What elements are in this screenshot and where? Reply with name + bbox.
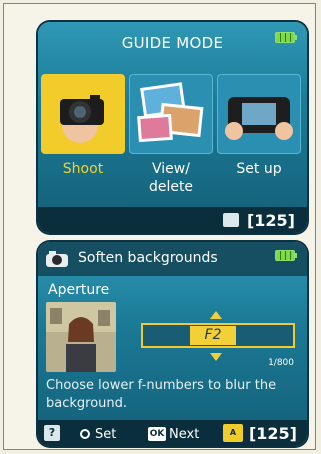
- aperture-screen: Soften backgrounds Aperture F2 1/800 Cho…: [38, 242, 307, 446]
- next-label: Next: [169, 427, 200, 442]
- view-delete-option[interactable]: [129, 74, 213, 154]
- shoot-thumbnail: [44, 77, 122, 151]
- preview-photo: [46, 302, 116, 372]
- portrait-image: [46, 302, 116, 372]
- status-bar: [125]: [38, 207, 307, 233]
- shots-remaining: [125]: [246, 211, 295, 230]
- shutter-speed: 1/800: [268, 358, 294, 368]
- guide-mode-screen: GUIDE MODE Shoot View/ delete Set up [12…: [38, 22, 307, 233]
- guide-frame: GUIDE MODE Shoot View/ delete Set up [12…: [3, 3, 316, 450]
- screen-title: GUIDE MODE: [121, 34, 224, 52]
- screen-header: Soften backgrounds: [38, 242, 307, 276]
- hint-text: Choose lower f-numbers to blur the backg…: [46, 378, 277, 411]
- screen-title: Soften backgrounds: [78, 250, 218, 266]
- value-down-arrow-icon[interactable]: [210, 353, 222, 361]
- set-label: Set: [95, 427, 117, 442]
- auto-mode-icon: [223, 213, 239, 227]
- view-delete-label: View/ delete: [148, 161, 194, 195]
- help-icon[interactable]: ?: [44, 425, 60, 441]
- control-bar: ? Set OK Next A GUIDE [125]: [38, 420, 307, 446]
- f-number: F2: [190, 326, 236, 345]
- set-up-thumbnail: [225, 97, 293, 140]
- shoot-option[interactable]: [41, 74, 125, 154]
- shots-remaining: [125]: [248, 424, 297, 443]
- view-delete-thumbnail: [137, 82, 204, 143]
- aperture-label: Aperture: [48, 282, 110, 298]
- shoot-label: Shoot: [62, 161, 104, 177]
- battery-full-icon: [275, 250, 297, 261]
- multi-selector-icon: [80, 429, 90, 439]
- set-up-option[interactable]: [217, 74, 301, 154]
- ok-button[interactable]: OK: [148, 427, 166, 441]
- guide-badge: A GUIDE: [223, 424, 243, 442]
- aperture-selector[interactable]: F2: [141, 323, 295, 348]
- set-up-label: Set up: [236, 161, 282, 177]
- value-up-arrow-icon[interactable]: [210, 311, 222, 319]
- camera-icon: [46, 251, 68, 267]
